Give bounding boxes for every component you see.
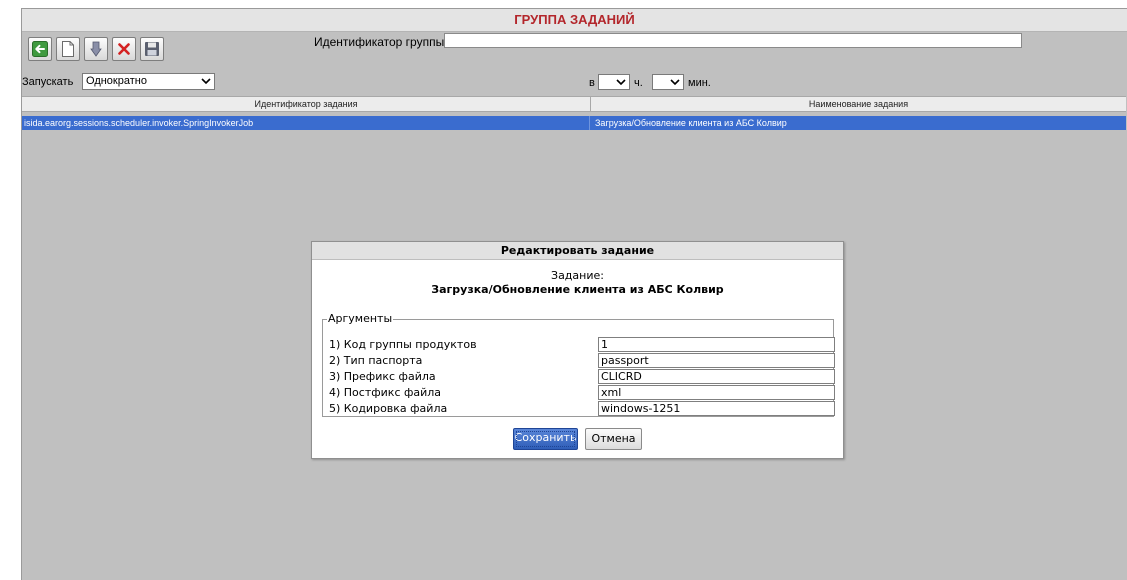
argument-row: 3) Префикс файла [323, 369, 835, 385]
back-arrow-icon [32, 41, 48, 57]
argument-row: 1) Код группы продуктов [323, 337, 835, 353]
argument-input-file-prefix[interactable] [598, 369, 835, 384]
edit-task-dialog: Редактировать задание Задание: Загрузка/… [311, 241, 844, 459]
arguments-legend: Аргументы [327, 312, 394, 326]
chevron-down-icon [201, 75, 211, 92]
argument-input-product-group-code[interactable] [598, 337, 835, 352]
argument-input-passport-type[interactable] [598, 353, 835, 368]
hours-select[interactable] [598, 74, 630, 90]
task-label: Задание: [551, 269, 604, 282]
hours-label: ч. [634, 77, 643, 89]
cell-task-id: isida.earorg.sessions.scheduler.invoker.… [22, 116, 590, 130]
task-name: Загрузка/Обновление клиента из АБС Колви… [431, 283, 724, 296]
window-title: ГРУППА ЗАДАНИЙ [22, 9, 1127, 32]
dialog-title: Редактировать задание [312, 242, 843, 260]
save-toolbar-button[interactable] [140, 37, 164, 61]
arguments-fieldset: Аргументы 1) Код группы продуктов 2) Тип… [322, 312, 835, 417]
run-mode-value: Однократно [86, 75, 147, 87]
new-button[interactable] [56, 37, 80, 61]
argument-label: 5) Кодировка файла [329, 402, 448, 415]
chevron-down-icon [616, 76, 626, 91]
delete-button[interactable] [112, 37, 136, 61]
argument-row: 2) Тип паспорта [323, 353, 835, 369]
argument-label: 2) Тип паспорта [329, 354, 423, 367]
table-row[interactable]: isida.earorg.sessions.scheduler.invoker.… [22, 116, 1126, 130]
task-group-window: ГРУППА ЗАДАНИЙ Идентификатор группы: Зап… [21, 8, 1127, 580]
at-label: в [589, 77, 595, 89]
minutes-select[interactable] [652, 74, 684, 90]
floppy-disk-icon [144, 41, 160, 57]
argument-label: 1) Код группы продуктов [329, 338, 477, 351]
argument-label: 4) Постфикс файла [329, 386, 442, 399]
group-id-input[interactable] [444, 33, 1022, 48]
tasks-grid-header: Идентификатор задания Наименование задан… [22, 96, 1126, 112]
minutes-label: мин. [688, 77, 711, 89]
argument-row: 4) Постфикс файла [323, 385, 835, 401]
save-button[interactable]: Сохранить [513, 428, 578, 450]
attach-button[interactable] [84, 37, 108, 61]
delete-x-icon [117, 42, 131, 56]
argument-label: 3) Префикс файла [329, 370, 436, 383]
run-mode-label: Запускать [22, 76, 74, 88]
new-document-icon [61, 41, 75, 57]
run-mode-select[interactable]: Однократно [82, 73, 215, 90]
argument-row: 5) Кодировка файла [323, 401, 835, 417]
column-header-task-id[interactable]: Идентификатор задания [22, 97, 591, 111]
chevron-down-icon [670, 76, 680, 91]
cancel-button[interactable]: Отмена [585, 428, 642, 450]
column-header-task-name[interactable]: Наименование задания [591, 97, 1126, 111]
cell-task-name: Загрузка/Обновление клиента из АБС Колви… [595, 118, 787, 128]
bookmark-icon [90, 41, 102, 57]
back-button[interactable] [28, 37, 52, 61]
argument-input-file-encoding[interactable] [598, 401, 835, 416]
argument-input-file-postfix[interactable] [598, 385, 835, 400]
group-id-label: Идентификатор группы: [314, 35, 448, 49]
